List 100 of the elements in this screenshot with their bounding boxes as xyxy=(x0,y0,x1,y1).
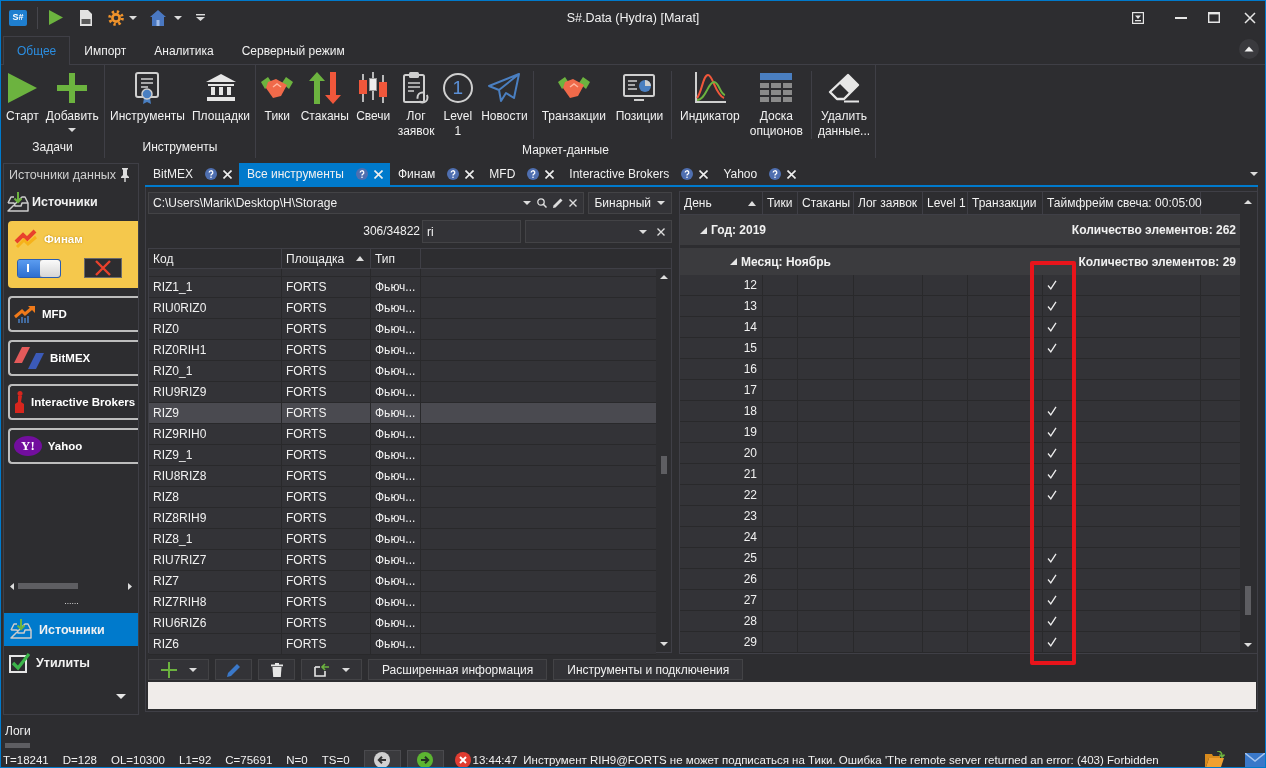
close-icon[interactable] xyxy=(545,169,555,179)
scroll-down-icon[interactable] xyxy=(1243,643,1252,647)
ribbon-button[interactable]: Свечи xyxy=(354,72,393,124)
column-header[interactable]: Лог заявок xyxy=(854,192,923,214)
folder-icon[interactable] xyxy=(1205,751,1225,767)
ribbon-tab[interactable]: Аналитика xyxy=(140,36,228,65)
ribbon-button[interactable]: Доска опционов xyxy=(747,72,805,139)
close-icon[interactable] xyxy=(569,199,578,207)
column-header[interactable]: Тип xyxy=(371,249,421,268)
table-row[interactable]: RIZ0RIH1 FORTS Фьюч... xyxy=(149,340,656,361)
pin-icon[interactable] xyxy=(120,168,130,182)
menu-caret-icon[interactable] xyxy=(196,14,205,21)
column-header[interactable]: Транзакции xyxy=(968,192,1043,214)
forward-button[interactable] xyxy=(406,750,444,767)
caret-icon[interactable] xyxy=(116,694,126,699)
toggle-switch[interactable] xyxy=(17,258,61,278)
column-header[interactable]: Стаканы xyxy=(798,192,854,214)
ribbon-tab[interactable]: Общее xyxy=(3,36,71,65)
document-tab[interactable]: Финам xyxy=(389,163,482,185)
help-icon[interactable] xyxy=(527,168,540,180)
ribbon-tab[interactable]: Импорт xyxy=(70,36,141,65)
ribbon-button[interactable]: Тики xyxy=(259,72,296,124)
help-icon[interactable] xyxy=(681,168,694,180)
scroll-up-icon[interactable] xyxy=(1243,200,1252,204)
close-icon[interactable] xyxy=(223,169,232,179)
close-icon[interactable] xyxy=(465,169,475,179)
table-row[interactable]: RIZ9RIH0 FORTS Фьюч... xyxy=(149,424,656,445)
ribbon-button[interactable]: Добавить xyxy=(43,72,101,132)
ribbon-button[interactable]: Новости xyxy=(479,72,530,124)
column-header[interactable]: День xyxy=(680,192,763,214)
ribbon-button[interactable]: Инструменты xyxy=(108,72,187,124)
scroll-right-icon[interactable] xyxy=(128,582,132,590)
scroll-down-icon[interactable] xyxy=(659,642,668,646)
ribbon-button[interactable]: Позиции xyxy=(613,72,666,124)
table-row[interactable]: RIU7RIZ7 FORTS Фьюч... xyxy=(149,550,656,571)
edit-button[interactable] xyxy=(215,659,252,680)
minimize-icon[interactable] xyxy=(1175,16,1187,19)
column-header[interactable]: Таймфрейм свеча: 00:05:00 xyxy=(1043,192,1201,214)
toolbar-button[interactable]: Инструменты и подключения xyxy=(553,659,744,680)
house-icon[interactable] xyxy=(150,9,166,26)
table-row[interactable]: RIZ7 FORTS Фьюч... xyxy=(149,571,656,592)
document-tab[interactable]: Interactive Brokers xyxy=(561,163,716,185)
table-row[interactable]: RIZ9_1 FORTS Фьюч... xyxy=(149,445,656,466)
help-icon[interactable] xyxy=(769,168,782,180)
splitter-handle[interactable] xyxy=(5,743,30,748)
table-row[interactable]: RIZ0_1 FORTS Фьюч... xyxy=(149,361,656,382)
maximize-icon[interactable] xyxy=(1208,12,1220,23)
play-icon[interactable] xyxy=(49,10,63,25)
ribbon-button[interactable]: Индикатор xyxy=(678,72,742,124)
table-row[interactable]: RIZ8_1 FORTS Фьюч... xyxy=(149,529,656,550)
source-card[interactable]: BitMEX xyxy=(8,340,138,376)
scroll-thumb[interactable] xyxy=(660,456,667,474)
back-button[interactable] xyxy=(363,750,401,767)
import-button[interactable] xyxy=(301,659,362,680)
scroll-up-icon[interactable] xyxy=(659,275,668,279)
table-row[interactable]: RIU6RIZ6 FORTS Фьюч... xyxy=(149,613,656,634)
close-icon[interactable] xyxy=(1244,11,1256,24)
caret-icon[interactable] xyxy=(174,15,182,20)
format-dropdown[interactable]: Бинарный xyxy=(588,192,672,214)
document-icon[interactable] xyxy=(80,9,92,26)
close-icon[interactable] xyxy=(787,169,797,179)
table-row[interactable]: RIZ9 FORTS Фьюч... xyxy=(149,403,656,424)
mail-icon[interactable] xyxy=(1245,752,1265,767)
ribbon-button[interactable]: Площадки xyxy=(190,72,252,124)
table-row[interactable]: RIZ8 FORTS Фьюч... xyxy=(149,487,656,508)
scroll-left-icon[interactable] xyxy=(10,582,14,590)
document-tab[interactable]: BitMEX xyxy=(145,163,239,185)
close-icon[interactable] xyxy=(699,169,709,179)
nav-item[interactable]: Утилиты xyxy=(4,646,138,679)
search-icon[interactable] xyxy=(537,198,548,208)
help-icon[interactable] xyxy=(447,168,460,180)
column-header[interactable]: Level 1 xyxy=(923,192,968,214)
add-button[interactable] xyxy=(148,659,209,680)
table-row[interactable]: RIU0RIZ0 FORTS Фьюч... xyxy=(149,298,656,319)
delete-button[interactable] xyxy=(258,659,295,680)
table-row[interactable]: RIU8RIZ8 FORTS Фьюч... xyxy=(149,466,656,487)
caret-icon[interactable] xyxy=(129,15,137,20)
help-icon[interactable] xyxy=(205,168,217,180)
table-row[interactable]: RIZ6 FORTS Фьюч... xyxy=(149,634,656,655)
source-card[interactable]: Interactive Brokers xyxy=(8,384,138,420)
column-header[interactable]: Тики xyxy=(763,192,798,214)
filter-field[interactable]: ri xyxy=(422,220,521,243)
table-row[interactable]: RIZ7RIH8 FORTS Фьюч... xyxy=(149,592,656,613)
column-header[interactable]: Площадка xyxy=(282,249,371,268)
table-row[interactable]: RIZ8RIH9 FORTS Фьюч... xyxy=(149,508,656,529)
close-icon[interactable] xyxy=(657,227,665,236)
document-tab[interactable]: MFD xyxy=(481,163,562,185)
ribbon-button[interactable]: Старт xyxy=(4,72,41,124)
table-row[interactable]: RIZ0 FORTS Фьюч... xyxy=(149,319,656,340)
nav-item[interactable]: Источники xyxy=(4,613,138,646)
table-row[interactable]: RIZ1_1 FORTS Фьюч... xyxy=(149,277,656,298)
table-row[interactable]: RIU9RIZ9 FORTS Фьюч... xyxy=(149,382,656,403)
caret-icon[interactable] xyxy=(1250,172,1258,176)
ribbon-button[interactable]: 1 Level 1 xyxy=(439,72,476,139)
scroll-thumb[interactable] xyxy=(18,583,78,589)
document-tab[interactable]: Yahoo xyxy=(715,163,804,185)
ribbon-button[interactable]: Стаканы xyxy=(298,72,351,124)
app-logo[interactable]: S# xyxy=(9,9,27,26)
group-row[interactable]: Месяц: Ноябрь Количество элементов: 29 xyxy=(680,248,1240,275)
ribbon-button[interactable]: Лог заявок xyxy=(395,72,437,139)
